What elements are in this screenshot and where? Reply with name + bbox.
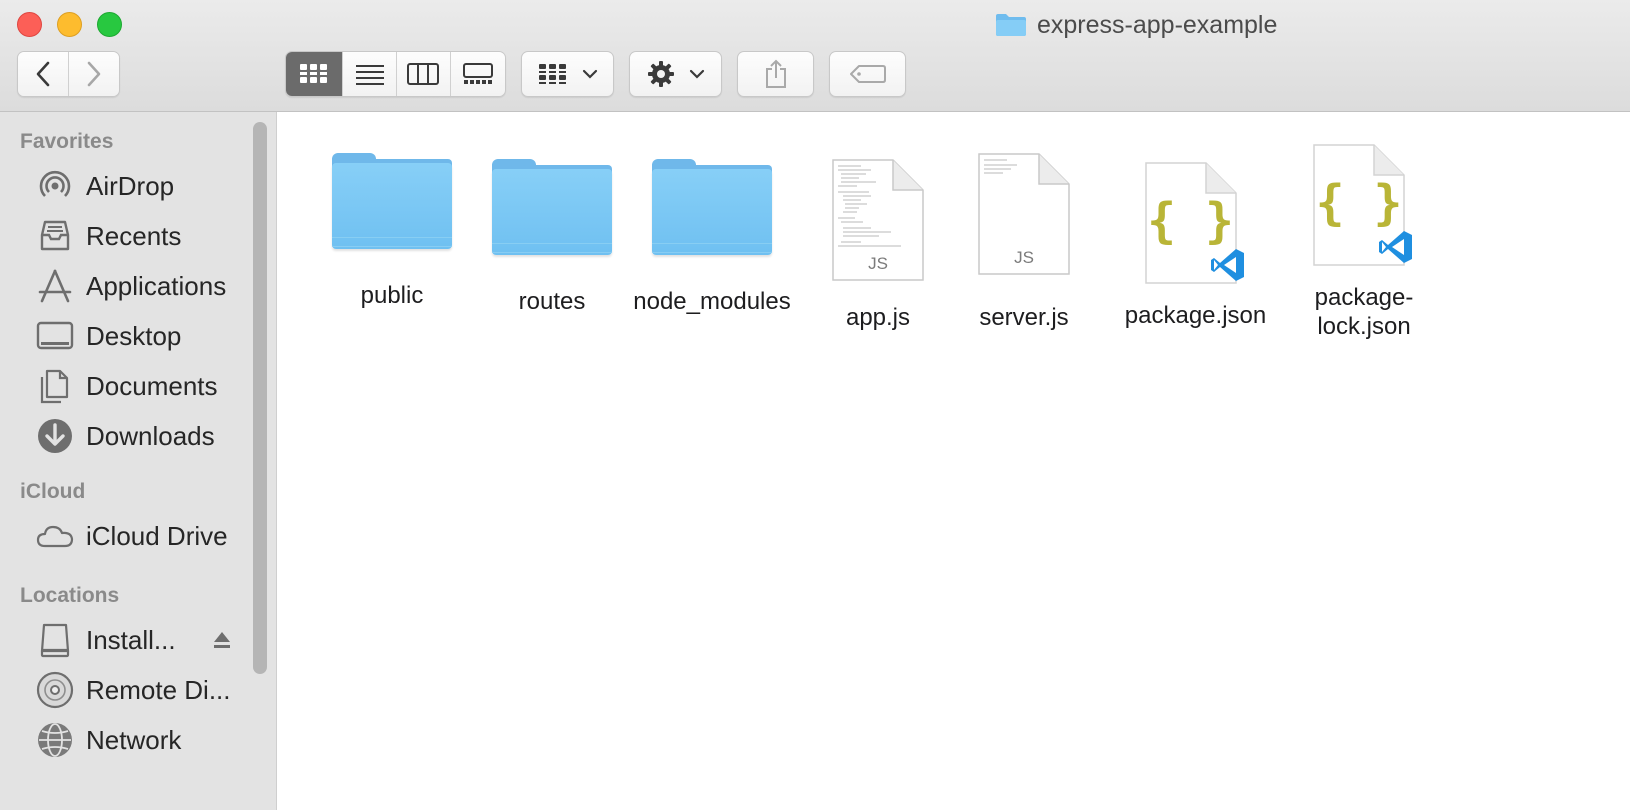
gear-icon xyxy=(647,61,674,87)
gallery-icon xyxy=(462,63,493,84)
sidebar-item-label: Recents xyxy=(86,220,182,251)
close-window-button[interactable] xyxy=(17,12,42,37)
sidebar-item-label: Applications xyxy=(86,270,227,301)
sidebar-item-label: Downloads xyxy=(86,420,215,451)
tags-button[interactable] xyxy=(829,51,906,97)
sidebar: Favorites AirDrop Recents Applications D… xyxy=(0,112,277,810)
chevron-left-icon xyxy=(36,61,50,87)
sidebar-item-applications[interactable]: Applications xyxy=(36,264,246,308)
list-icon xyxy=(355,65,384,85)
sidebar-item-airdrop[interactable]: AirDrop xyxy=(36,164,246,208)
sidebar-item-downloads[interactable]: Downloads xyxy=(36,414,246,458)
window-toolbar: express-app-example xyxy=(0,0,1630,112)
file-item-js[interactable]: JS server.js xyxy=(960,152,1088,332)
javascript-file-icon: JS xyxy=(977,152,1071,281)
sidebar-item-icloud-drive[interactable]: iCloud Drive xyxy=(36,514,246,558)
sidebar-item-network[interactable]: Network xyxy=(36,718,246,762)
columns-icon xyxy=(407,63,440,85)
vscode-icon xyxy=(1210,249,1244,281)
file-item-folder[interactable]: node_modules xyxy=(616,159,808,316)
documents-icon xyxy=(36,367,74,405)
file-type-badge: JS xyxy=(868,254,888,273)
group-grid-icon xyxy=(538,64,566,84)
drive-icon xyxy=(36,621,74,659)
icon-view-button[interactable] xyxy=(286,52,344,96)
column-view-button[interactable] xyxy=(397,52,451,96)
group-by-button[interactable] xyxy=(521,51,614,97)
file-type-badge: JS xyxy=(1014,248,1034,267)
window-title-text: express-app-example xyxy=(1037,10,1278,39)
json-file-icon: { } xyxy=(1312,143,1416,271)
eject-icon[interactable] xyxy=(212,630,232,650)
sidebar-section-favorites: Favorites xyxy=(20,130,114,153)
recents-icon xyxy=(36,217,74,255)
sidebar-item-label: Documents xyxy=(86,370,218,401)
file-item-folder[interactable]: public xyxy=(328,153,456,310)
chevron-down-icon xyxy=(582,69,597,79)
view-mode-control xyxy=(285,51,506,97)
chevron-down-icon xyxy=(689,69,704,79)
share-icon xyxy=(765,59,786,88)
file-name: node_modules xyxy=(633,288,791,315)
file-item-json[interactable]: { } package-lock.json xyxy=(1290,143,1438,341)
file-name: package.json xyxy=(1124,302,1267,329)
icon-grid-icon xyxy=(300,64,328,83)
vscode-icon xyxy=(1379,231,1412,263)
file-item-folder[interactable]: routes xyxy=(488,159,616,316)
applications-icon xyxy=(36,267,74,305)
file-grid: public routes node_modules JS app.js JS … xyxy=(278,113,1630,810)
file-name: public xyxy=(360,282,424,309)
json-file-icon: { } xyxy=(1144,161,1248,289)
disc-icon xyxy=(36,671,74,709)
navigation-buttons xyxy=(17,51,120,97)
sidebar-item-desktop[interactable]: Desktop xyxy=(36,314,246,358)
minimize-window-button[interactable] xyxy=(57,12,82,37)
sidebar-item-label: Desktop xyxy=(86,320,182,351)
json-braces: { } xyxy=(1315,175,1403,231)
cloud-icon xyxy=(36,517,74,555)
action-menu-button[interactable] xyxy=(629,51,722,97)
sidebar-section-locations: Locations xyxy=(20,584,120,607)
back-button[interactable] xyxy=(18,52,69,96)
list-view-button[interactable] xyxy=(343,52,397,96)
json-braces: { } xyxy=(1147,193,1234,249)
folder-icon xyxy=(995,13,1027,37)
sidebar-item-label: iCloud Drive xyxy=(86,520,228,551)
network-icon xyxy=(36,721,74,759)
file-name: routes xyxy=(518,288,586,315)
file-item-js[interactable]: JS app.js xyxy=(818,158,938,332)
sidebar-section-icloud: iCloud xyxy=(20,480,86,503)
zoom-window-button[interactable] xyxy=(97,12,122,37)
tag-icon xyxy=(849,65,886,83)
share-button[interactable] xyxy=(737,51,814,97)
sidebar-scrollbar[interactable] xyxy=(253,122,267,674)
forward-button[interactable] xyxy=(69,52,119,96)
file-item-json[interactable]: { } package.json xyxy=(1108,161,1283,330)
folder-icon xyxy=(492,159,612,259)
file-name: package-lock.json xyxy=(1314,284,1414,340)
sidebar-item-documents[interactable]: Documents xyxy=(36,364,246,408)
file-name: server.js xyxy=(979,304,1069,331)
sidebar-item-label: Install... xyxy=(86,624,176,655)
downloads-icon xyxy=(36,417,74,455)
chevron-right-icon xyxy=(87,61,101,87)
sidebar-item-recents[interactable]: Recents xyxy=(36,214,246,258)
sidebar-item-label: Network xyxy=(86,724,182,755)
sidebar-item-label: AirDrop xyxy=(86,170,175,201)
folder-icon xyxy=(652,159,772,259)
gallery-view-button[interactable] xyxy=(450,52,505,96)
sidebar-item-remote-disc[interactable]: Remote Di... xyxy=(36,668,246,712)
desktop-icon xyxy=(36,317,74,355)
folder-icon xyxy=(332,153,452,253)
javascript-file-icon: JS xyxy=(831,158,925,287)
window-title: express-app-example xyxy=(995,10,1277,40)
airdrop-icon xyxy=(36,167,74,205)
sidebar-item-label: Remote Di... xyxy=(86,674,231,705)
file-name: app.js xyxy=(845,304,911,331)
